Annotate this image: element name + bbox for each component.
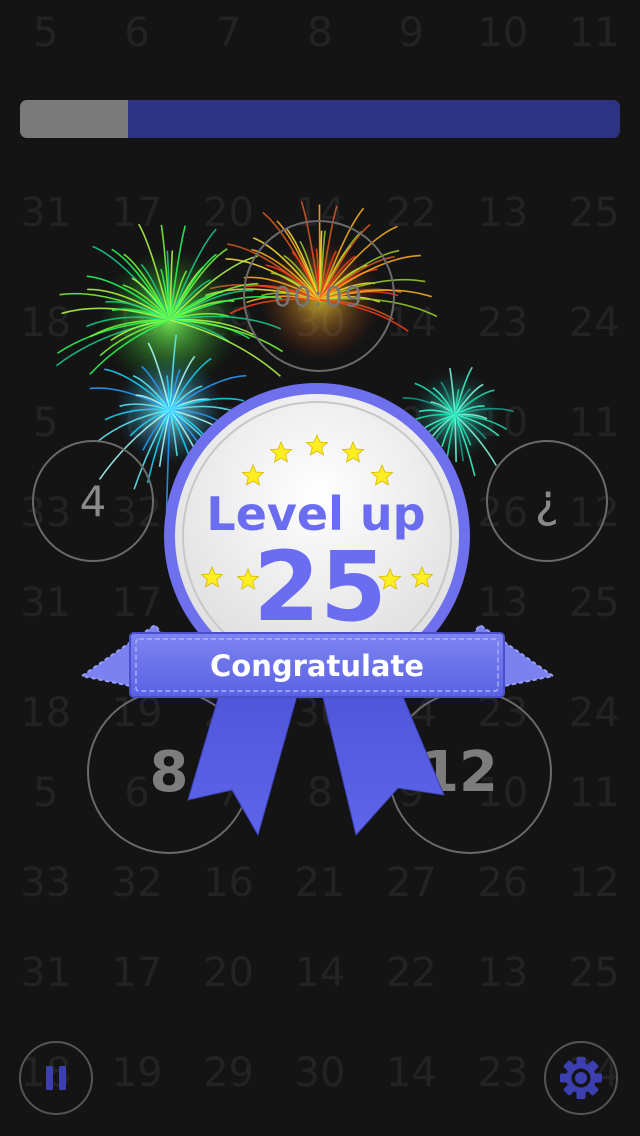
background-number: 32 — [111, 860, 163, 906]
background-number: 30 — [294, 1050, 346, 1096]
progress-bar — [20, 100, 620, 138]
background-number: 12 — [568, 860, 620, 906]
level-number: 25 — [253, 531, 387, 643]
timer-text: 00:09 — [273, 279, 365, 313]
ribbon-tail-left — [187, 684, 301, 837]
background-number: 10 — [477, 10, 529, 56]
background-number-row: 33 32 16 21 27 26 12 — [0, 860, 640, 906]
background-number: 13 — [477, 950, 529, 996]
settings-button[interactable] — [544, 1041, 618, 1115]
background-number: 11 — [568, 10, 620, 56]
background-number: 9 — [398, 10, 425, 56]
background-number: 7 — [215, 10, 242, 56]
background-number: 8 — [307, 10, 333, 56]
background-number: 5 — [32, 10, 59, 56]
background-number: 20 — [203, 950, 254, 996]
congratulate-text: Congratulate — [210, 649, 424, 683]
background-number: 25 — [568, 950, 620, 996]
level-up-badge: Level up 25 Congratulate — [79, 383, 556, 837]
background-number: 22 — [385, 950, 437, 996]
background-number: 23 — [477, 1050, 529, 1096]
background-number-row: 5 6 7 8 9 10 11 — [0, 10, 640, 56]
background-number: 14 — [385, 1050, 437, 1096]
background-number: 29 — [203, 1050, 254, 1096]
background-number: 31 — [20, 950, 72, 996]
background-number: 14 — [294, 950, 346, 996]
progress-bar-fill — [20, 100, 128, 138]
pause-icon — [46, 1066, 66, 1090]
background-number: 6 — [124, 10, 150, 56]
background-number-row: 31 17 20 14 22 13 25 — [0, 950, 640, 996]
ribbon-tail-right — [319, 684, 445, 837]
timer-circle: 00:09 — [243, 220, 395, 372]
pause-button[interactable] — [19, 1041, 93, 1115]
gear-icon — [560, 1057, 602, 1099]
background-number: 19 — [111, 1050, 163, 1096]
background-number: 33 — [20, 860, 72, 906]
background-number: 21 — [294, 860, 346, 906]
background-number: 17 — [111, 950, 163, 996]
background-number: 16 — [203, 860, 254, 906]
background-number: 27 — [385, 860, 437, 906]
background-number: 26 — [477, 860, 529, 906]
